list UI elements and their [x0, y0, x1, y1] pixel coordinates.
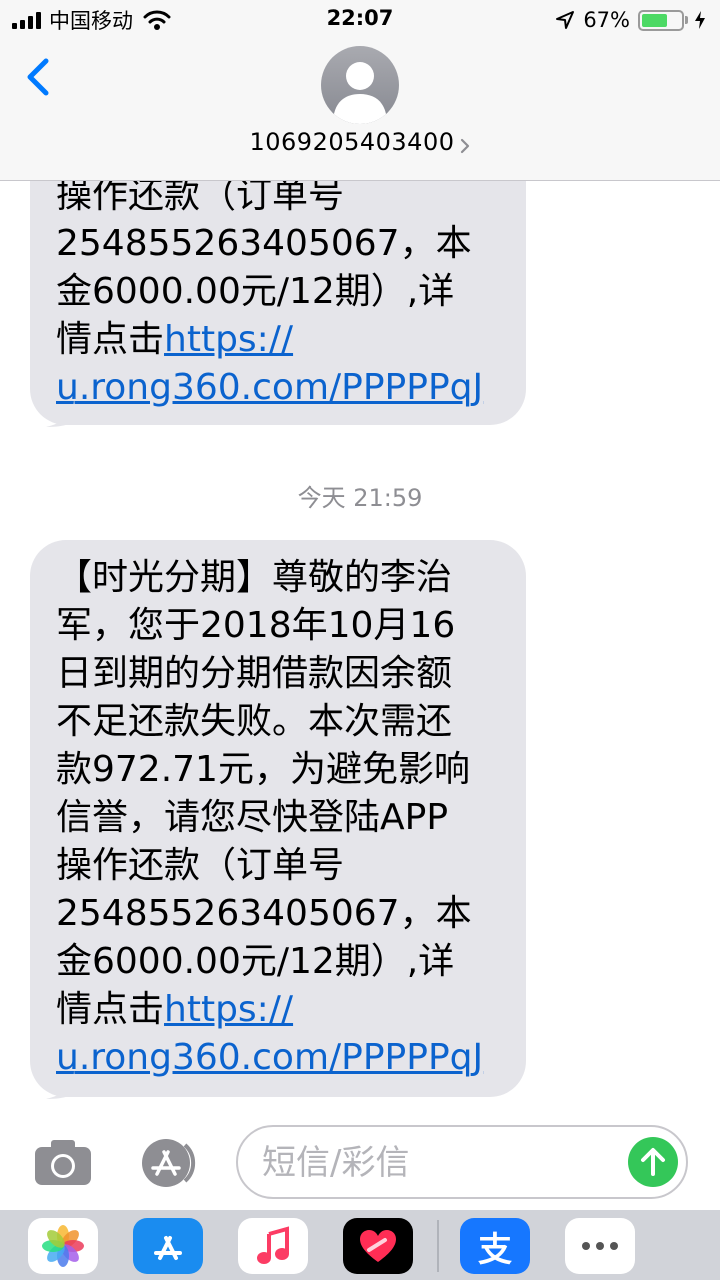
music-icon[interactable]: [238, 1218, 308, 1274]
contact-avatar[interactable]: [321, 46, 399, 124]
message-bubble-main[interactable]: 【时光分期】尊敬的李治 军，您于2018年10月16 日到期的分期借款因余额 不…: [30, 540, 526, 1099]
message-line: 254855263405067，本: [56, 223, 472, 264]
battery-tip: [685, 16, 688, 24]
battery-level-fill: [642, 13, 668, 27]
drawer-divider: [437, 1220, 439, 1272]
message-line: 情点击https://: [56, 986, 502, 1034]
messages-screen: 操作还款（订单号 254855263405067，本 金6000.00元/12期…: [0, 0, 720, 1280]
message-line: 信誉，请您尽快登陆APP: [56, 797, 449, 838]
imessage-app-drawer: 支: [0, 1210, 720, 1280]
message-text: 情点击: [56, 319, 165, 360]
alipay-icon[interactable]: 支: [460, 1218, 530, 1274]
message-input[interactable]: [260, 1137, 624, 1189]
camera-icon[interactable]: [33, 1137, 93, 1187]
person-silhouette-icon: [333, 62, 387, 124]
photos-flower-icon: [42, 1225, 84, 1267]
app-store-icon[interactable]: [135, 1137, 201, 1189]
message-line: 军，您于2018年10月16: [56, 605, 456, 646]
message-line: u.rong360.com/PPPPPqJ: [56, 364, 502, 412]
message-link[interactable]: u.rong360.com/PPPPPqJ: [56, 367, 483, 408]
send-button[interactable]: [628, 1137, 678, 1187]
arrow-up-icon: [641, 1148, 665, 1176]
heart-icon: [360, 1230, 396, 1262]
contact-number: 1069205403400: [249, 128, 455, 156]
message-line: 操作还款（订单号: [56, 845, 345, 886]
bubble-tail-icon: [46, 1069, 76, 1099]
message-line: 不足还款失败。本次需还: [56, 701, 453, 742]
battery-icon: [638, 9, 684, 31]
back-chevron-icon[interactable]: [20, 55, 60, 99]
message-line: 情点击https://: [56, 316, 502, 364]
app-store-icon[interactable]: [133, 1218, 203, 1274]
compose-bar: [0, 1115, 720, 1210]
location-arrow-icon: [556, 11, 575, 29]
more-icon[interactable]: [565, 1218, 635, 1274]
message-line: 日到期的分期借款因余额: [56, 653, 453, 694]
message-link[interactable]: https://: [164, 989, 293, 1030]
message-line: 金6000.00元/12期）,详: [56, 271, 455, 312]
bubble-tail-icon: [46, 397, 76, 427]
alipay-glyph: 支: [478, 1229, 512, 1270]
ellipsis-icon: [582, 1242, 618, 1250]
chevron-right-icon: [460, 138, 469, 153]
digital-touch-icon[interactable]: [343, 1218, 413, 1274]
contact-details-button[interactable]: 1069205403400: [0, 128, 720, 156]
photos-icon[interactable]: [28, 1218, 98, 1274]
status-bar: 中国移动 22:07 67%: [0, 0, 720, 40]
message-line: u.rong360.com/PPPPPqJ: [56, 1034, 502, 1082]
message-input-field[interactable]: [236, 1125, 688, 1199]
message-line: 金6000.00元/12期）,详: [56, 941, 455, 982]
message-text: 情点击: [56, 989, 165, 1030]
app-store-a-icon: [154, 1236, 182, 1260]
message-line: 款972.71元，为避免影响: [56, 749, 470, 790]
message-line: 【时光分期】尊敬的李治: [56, 557, 453, 598]
charging-bolt-icon: [695, 11, 705, 29]
message-link[interactable]: https://: [164, 319, 293, 360]
message-line: 254855263405067，本: [56, 893, 472, 934]
message-link[interactable]: u.rong360.com/PPPPPqJ: [56, 1037, 483, 1078]
battery-percent: 67%: [583, 8, 630, 32]
music-note-icon: [257, 1226, 289, 1264]
message-timestamp: 今天 21:59: [297, 484, 423, 512]
